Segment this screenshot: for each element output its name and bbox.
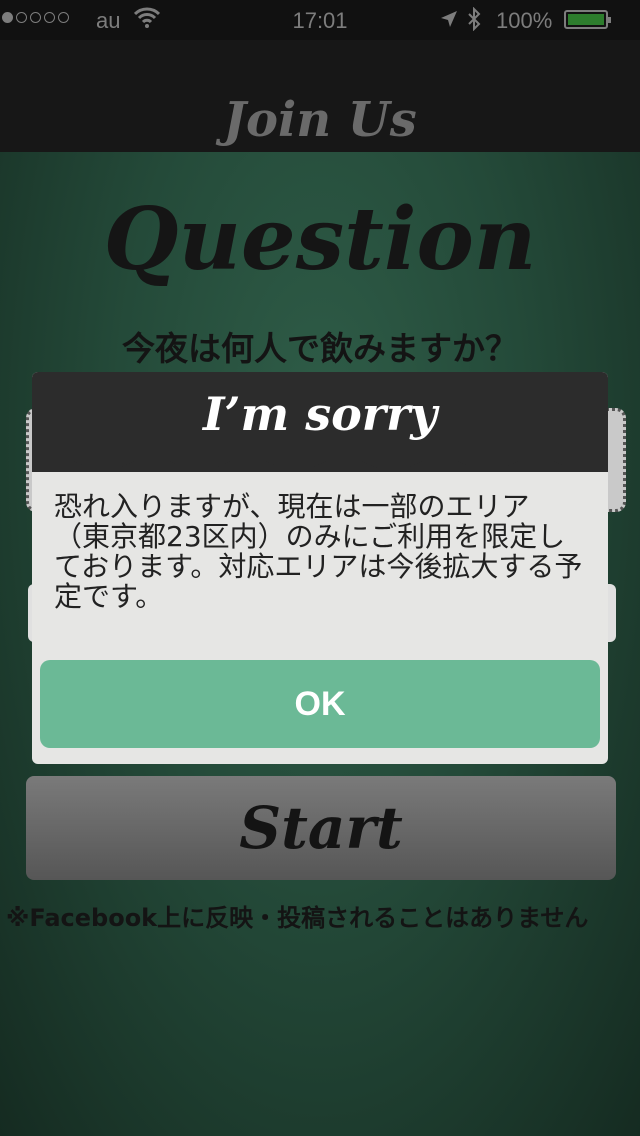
question-text: 今夜は何人で飲みますか？ [122,329,518,368]
dialog-message: 恐れ入りますが、現在は一部のエリア（東京都23区内）のみにご利用を限定しておりま… [54,490,583,613]
bluetooth-icon [468,7,481,31]
start-button[interactable]: Start [26,776,616,880]
status-bar: au 17:01 100% [0,0,640,40]
app-title: Join Us [223,92,417,148]
ok-button[interactable]: OK [40,660,600,748]
dialog-title: I’m sorry [203,387,437,441]
disclaimer-text: ※Facebook上に反映・投稿されることはありません [6,904,589,932]
sorry-dialog: I’m sorry 恐れ入りますが、現在は一部のエリア（東京都23区内）のみにご… [32,372,608,764]
battery-percentage: 100% [496,8,553,33]
navigation-bar: Join Us [0,40,640,152]
dialog-header-wave [32,452,608,470]
battery-icon [564,10,611,29]
question-heading: Question [103,189,537,290]
location-arrow-icon [441,11,457,27]
